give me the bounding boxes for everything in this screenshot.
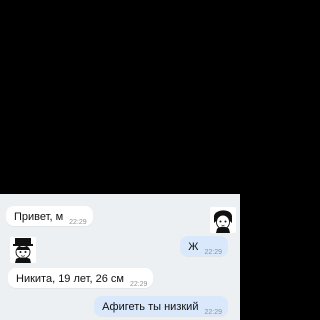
message-time: 22:29	[204, 309, 222, 317]
phone-screen: Привет, м 22:29 Ж 22:29 Никита, 19 лет, …	[0, 0, 240, 320]
message-text: Афигеть ты низкий	[102, 301, 199, 313]
message-time: 22:29	[69, 219, 87, 227]
chat-history[interactable]: Привет, м 22:29 Ж 22:29 Никита, 19 лет, …	[0, 194, 240, 320]
outgoing-message-1[interactable]: Ж 22:29	[180, 236, 228, 256]
message-time: 22:29	[129, 281, 148, 289]
message-text: Ж	[188, 241, 199, 253]
anime-avatar-icon	[210, 207, 236, 233]
anime-avatar-right[interactable]	[210, 207, 236, 233]
incoming-message-1[interactable]: Привет, м 22:29	[6, 206, 93, 226]
outgoing-message-2[interactable]: Афигеть ты низкий 22:29	[94, 296, 228, 316]
anime-avatar-left[interactable]	[10, 237, 36, 263]
incoming-message-2[interactable]: Никита, 19 лет, 26 см 22:29	[8, 268, 154, 289]
anime-avatar-icon	[10, 237, 36, 263]
message-text: Привет, м	[14, 211, 64, 223]
message-text: Никита, 19 лет, 26 см	[16, 273, 124, 285]
message-time: 22:29	[204, 249, 222, 257]
